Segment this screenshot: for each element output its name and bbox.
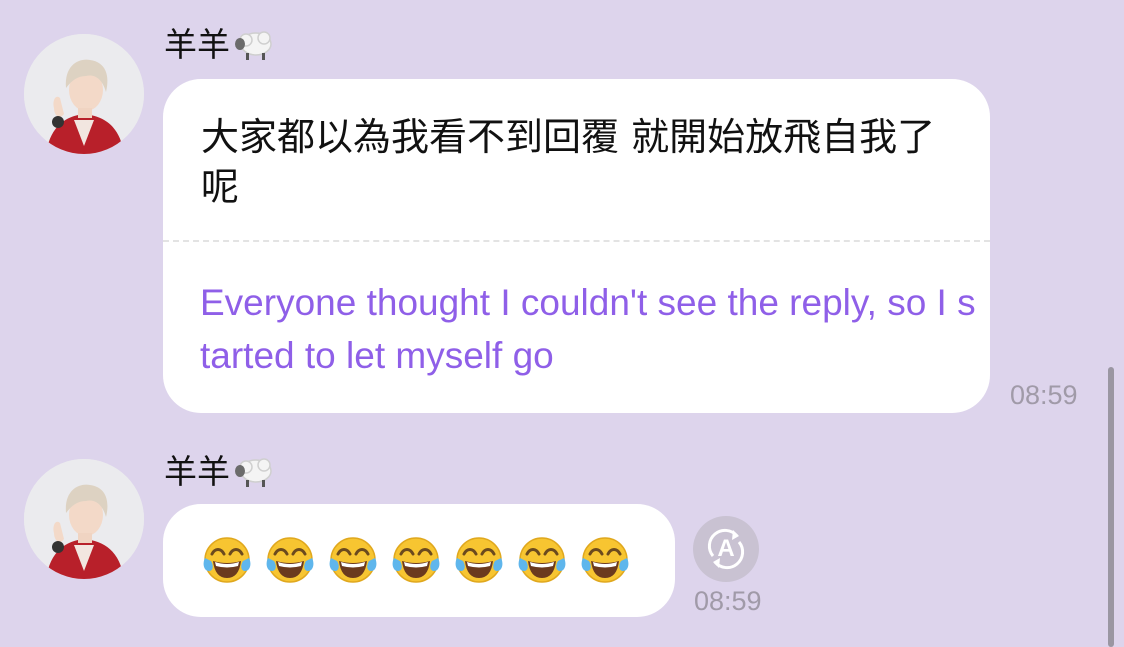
avatar-photo-icon [24, 459, 144, 579]
face-with-tears-of-joy-emoji-icon [329, 537, 377, 583]
sender-name-text: 羊羊 [164, 452, 230, 491]
scrollbar[interactable] [1108, 367, 1114, 647]
message-bubble[interactable]: 大家都以為我看不到回覆 就開始放飛自我了呢 Everyone thought I… [163, 79, 990, 413]
avatar-photo-icon [24, 34, 144, 154]
message-bubble[interactable] [163, 504, 675, 617]
sheep-emoji-icon [235, 458, 272, 487]
translation-divider [163, 240, 990, 242]
sender-name: 羊羊 [164, 451, 276, 492]
face-with-tears-of-joy-emoji-icon [266, 537, 314, 583]
sender-name-text: 羊羊 [164, 25, 230, 64]
face-with-tears-of-joy-emoji-icon [203, 537, 251, 583]
translate-letter: A [717, 535, 735, 562]
face-with-tears-of-joy-emoji-icon [455, 537, 503, 583]
face-with-tears-of-joy-emoji-icon [518, 537, 566, 583]
message-timestamp: 08:59 [694, 586, 762, 616]
sender-name: 羊羊 [164, 24, 276, 65]
auto-translate-button[interactable]: A [693, 516, 759, 582]
message-original-text: 大家都以為我看不到回覆 就開始放飛自我了呢 [201, 115, 936, 209]
face-with-tears-of-joy-emoji-icon [581, 537, 629, 583]
sheep-emoji-icon [235, 31, 272, 60]
sender-avatar[interactable] [24, 34, 144, 154]
face-with-tears-of-joy-emoji-icon [392, 537, 440, 583]
emoji-row [201, 534, 631, 586]
sender-avatar[interactable] [24, 459, 144, 579]
message-translated-text: Everyone thought I couldn't see the repl… [200, 282, 976, 376]
message-timestamp: 08:59 [1010, 380, 1078, 410]
